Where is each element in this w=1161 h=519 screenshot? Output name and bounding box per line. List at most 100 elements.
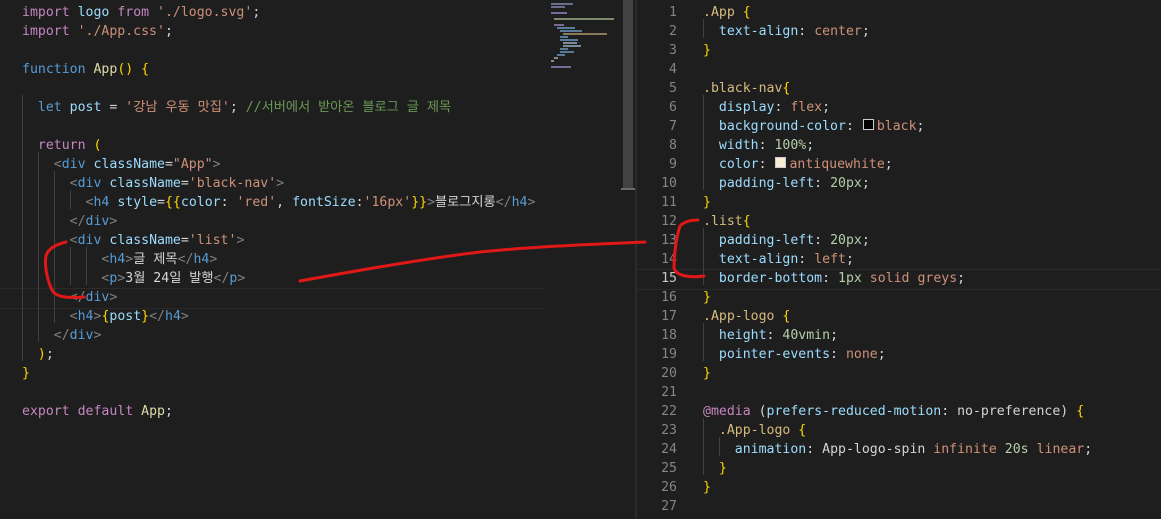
code-line[interactable] <box>0 79 543 98</box>
line-number: 8 <box>669 138 677 153</box>
code-line[interactable]: 25 } <box>637 459 1161 478</box>
line-number: 4 <box>669 62 677 77</box>
code-text: } <box>703 290 711 305</box>
code-line[interactable]: 5 .black-nav{ <box>637 79 1161 98</box>
code-line[interactable]: 14 text-align: left; <box>637 250 1161 269</box>
minimap[interactable] <box>543 0 621 519</box>
vertical-scrollbar[interactable] <box>621 0 635 519</box>
code-line[interactable]: <p>3월 24일 발행</p> <box>0 269 543 288</box>
code-line[interactable]: import logo from './logo.svg'; <box>0 3 543 22</box>
scrollbar-cursor-marker <box>621 188 635 190</box>
code-line[interactable]: 4 <box>637 60 1161 79</box>
code-line[interactable]: 7 background-color: black; <box>637 117 1161 136</box>
code-text: import logo from './logo.svg'; <box>22 5 261 20</box>
code-line[interactable]: 16} <box>637 288 1161 307</box>
line-number: 19 <box>661 347 677 362</box>
code-line[interactable]: 23 .App-logo { <box>637 421 1161 440</box>
code-text: .App { <box>703 5 751 20</box>
line-number: 2 <box>669 24 677 39</box>
code-line[interactable]: 24 animation: App-logo-spin infinite 20s… <box>637 440 1161 459</box>
code-text: display: flex; <box>718 100 831 115</box>
code-line[interactable]: 2 text-align: center; <box>637 22 1161 41</box>
code-text: <div className="App"> <box>53 157 221 172</box>
line-number: 11 <box>661 195 677 210</box>
code-line[interactable]: 3} <box>637 41 1161 60</box>
code-line[interactable]: 20} <box>637 364 1161 383</box>
code-line[interactable]: <div className="App"> <box>0 155 543 174</box>
code-text: border-bottom: 1px solid greys; <box>718 271 966 286</box>
line-number: 13 <box>661 233 677 248</box>
code-text: .black-nav{ <box>703 81 791 96</box>
code-text: background-color: black; <box>718 119 925 134</box>
line-number: 17 <box>661 309 677 324</box>
code-line[interactable]: } <box>0 364 543 383</box>
left-editor-pane[interactable]: import logo from './logo.svg'; import './… <box>0 0 543 519</box>
code-line[interactable]: </div> <box>0 288 543 307</box>
line-number: 16 <box>661 290 677 305</box>
code-line[interactable]: <h4 style={{color: 'red', fontSize:'16px… <box>0 193 543 212</box>
line-number: 5 <box>669 81 677 96</box>
code-line[interactable]: return ( <box>0 136 543 155</box>
code-line[interactable]: 17 .App-logo { <box>637 307 1161 326</box>
code-text: </div> <box>53 328 102 343</box>
code-text: width: 100%; <box>718 138 815 153</box>
code-line[interactable]: 22 @media (prefers-reduced-motion: no-pre… <box>637 402 1161 421</box>
code-text: } <box>703 480 711 495</box>
code-text: } <box>703 43 711 58</box>
code-text: </div> <box>69 290 118 305</box>
code-line[interactable] <box>0 383 543 402</box>
code-line[interactable]: 13 padding-left: 20px; <box>637 231 1161 250</box>
code-line[interactable]: export default App; <box>0 402 543 421</box>
code-line[interactable]: 8 width: 100%; <box>637 136 1161 155</box>
line-number: 15 <box>661 271 677 286</box>
code-line[interactable]: 27 <box>637 497 1161 516</box>
code-line[interactable]: 9 color: antiquewhite; <box>637 155 1161 174</box>
code-line[interactable] <box>0 41 543 60</box>
line-number: 22 <box>661 404 677 419</box>
line-number: 7 <box>669 119 677 134</box>
code-line[interactable] <box>0 117 543 136</box>
code-line[interactable]: <div className='black-nav'> <box>0 174 543 193</box>
code-line[interactable]: </div> <box>0 212 543 231</box>
code-line[interactable]: <h4>글 제목</h4> <box>0 250 543 269</box>
code-text: return ( <box>37 138 102 153</box>
code-line[interactable]: import './App.css'; <box>0 22 543 41</box>
code-text: export default App; <box>22 404 173 419</box>
code-line[interactable]: 1 .App { <box>637 3 1161 22</box>
line-number: 12 <box>661 214 677 229</box>
code-text: } <box>703 195 711 210</box>
code-text: text-align: left; <box>718 252 854 267</box>
line-number: 20 <box>661 366 677 381</box>
code-text: import './App.css'; <box>22 24 173 39</box>
code-text: padding-left: 20px; <box>718 233 870 248</box>
code-line[interactable]: <h4>{post}</h4> <box>0 307 543 326</box>
code-line[interactable]: 26} <box>637 478 1161 497</box>
code-line[interactable]: let post = '강남 우동 맛집'; //서버에서 받아온 블로그 글 … <box>0 98 543 117</box>
line-number: 21 <box>661 385 677 400</box>
line-number: 18 <box>661 328 677 343</box>
code-line[interactable]: 6 display: flex; <box>637 98 1161 117</box>
code-text: <div className='black-nav'> <box>69 176 285 191</box>
code-text: <h4>{post}</h4> <box>69 309 189 324</box>
code-line[interactable]: function App() { <box>0 60 543 79</box>
line-number: 9 <box>669 157 677 172</box>
code-line[interactable]: ); <box>0 345 543 364</box>
code-text: text-align: center; <box>718 24 870 39</box>
right-editor-pane[interactable]: 1 .App {2 text-align: center; 3} 4 5 .black-n… <box>637 0 1161 519</box>
line-number: 10 <box>661 176 677 191</box>
code-text: } <box>703 366 711 381</box>
code-text: .App-logo { <box>703 309 791 324</box>
code-line[interactable]: 15 border-bottom: 1px solid greys; <box>637 269 1161 288</box>
code-line[interactable]: <div className='list'> <box>0 231 543 250</box>
code-line[interactable]: 10 padding-left: 20px; <box>637 174 1161 193</box>
code-line[interactable]: 18 height: 40vmin; <box>637 326 1161 345</box>
code-line[interactable]: 19 pointer-events: none; <box>637 345 1161 364</box>
scrollbar-thumb[interactable] <box>623 0 633 190</box>
code-line[interactable]: 11} <box>637 193 1161 212</box>
code-line[interactable]: 12 .list{ <box>637 212 1161 231</box>
code-line[interactable]: </div> <box>0 326 543 345</box>
code-text: let post = '강남 우동 맛집'; //서버에서 받아온 블로그 글 … <box>37 100 452 115</box>
line-number: 14 <box>661 252 677 267</box>
line-number: 3 <box>669 43 677 58</box>
code-line[interactable]: 21 <box>637 383 1161 402</box>
